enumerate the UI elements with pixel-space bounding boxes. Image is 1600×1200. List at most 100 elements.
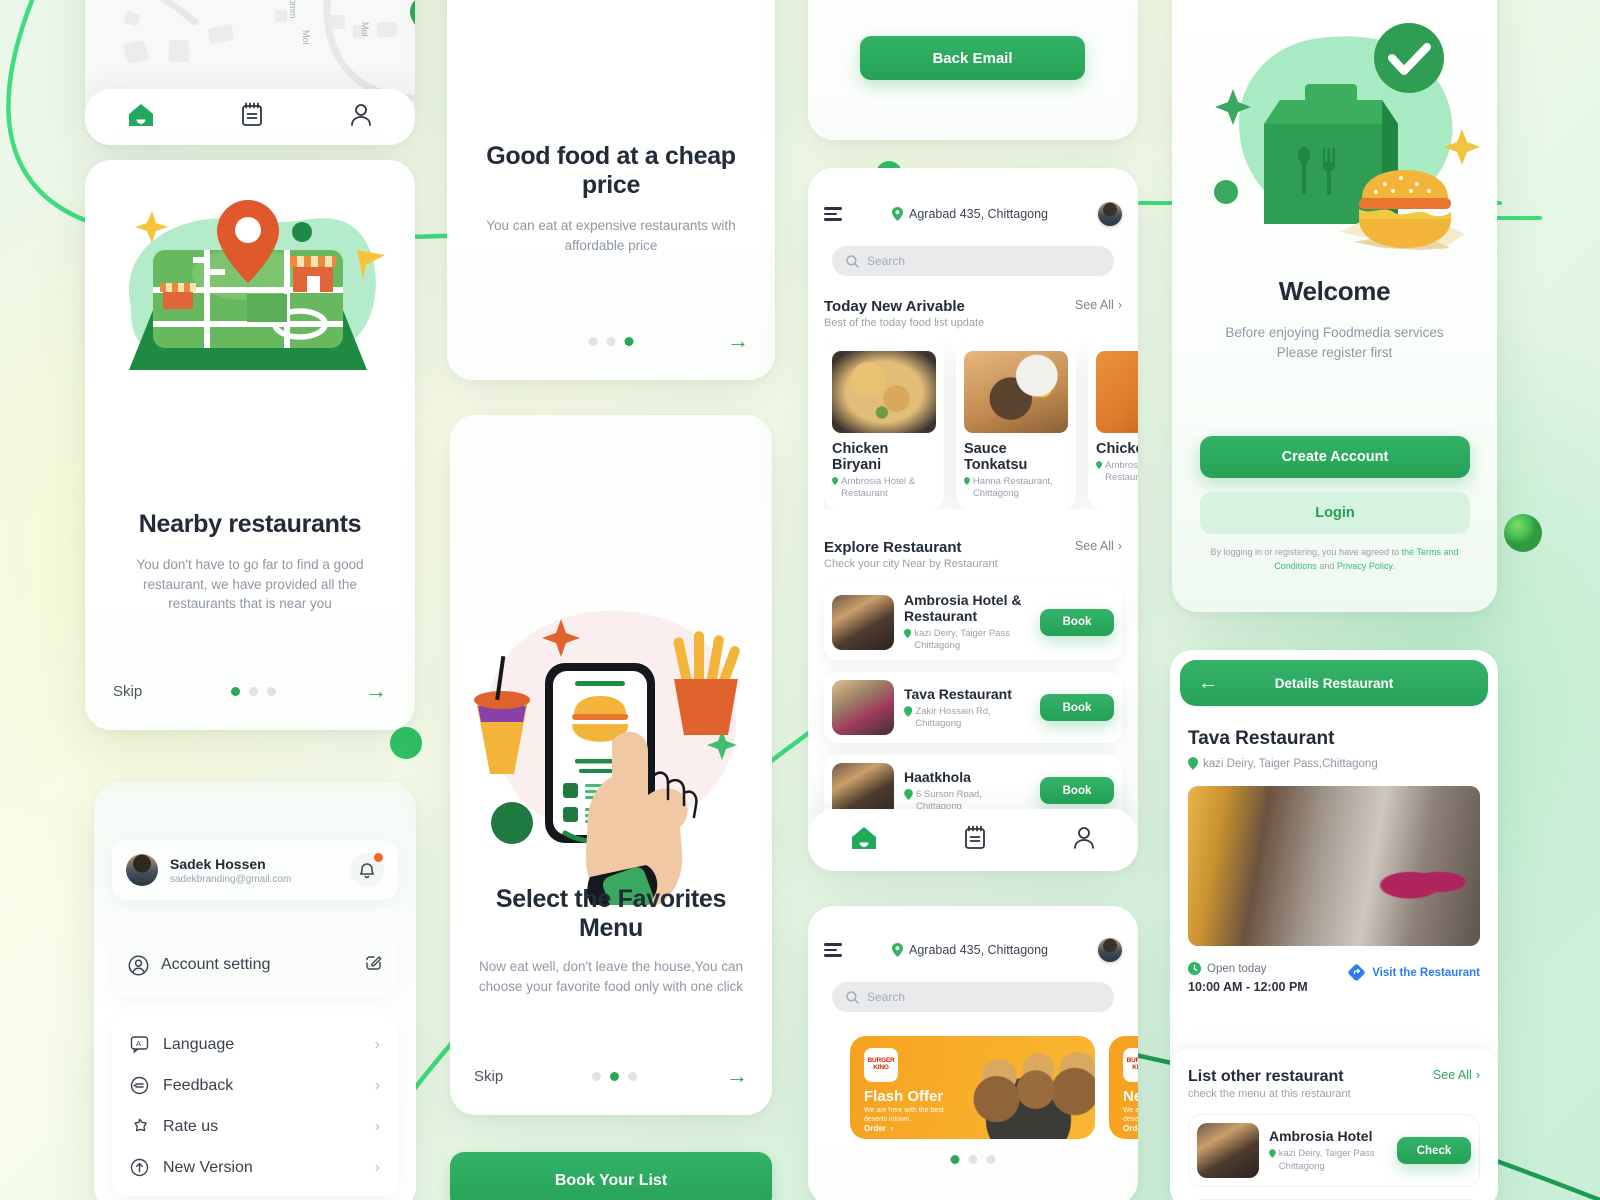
visit-restaurant-label: Visit the Restaurant <box>1372 966 1480 979</box>
see-all-explore-button[interactable]: See All › <box>1075 539 1122 553</box>
skip-button[interactable]: Skip <box>113 683 142 700</box>
book-your-list-button[interactable]: Book Your List <box>450 1152 772 1200</box>
offers-carousel[interactable]: BURGER KING Flash Offer We are here with … <box>850 1036 1138 1139</box>
back-email-button[interactable]: Back Email <box>860 36 1085 80</box>
notification-button[interactable] <box>350 853 384 887</box>
section-subtitle-other-restaurants: check the menu at this restaurant <box>1188 1088 1351 1100</box>
pagination-dot[interactable] <box>231 686 241 696</box>
offer-banner[interactable]: BURGERKING New Offer We are here with th… <box>1109 1036 1138 1139</box>
pagination-dots[interactable] <box>588 336 634 346</box>
arrow-right-icon[interactable]: → <box>726 1065 748 1087</box>
book-button[interactable]: Book <box>1040 777 1114 805</box>
see-all-label: See All <box>1432 1068 1472 1082</box>
pagination-dots[interactable] <box>231 686 277 696</box>
pagination-dot[interactable] <box>588 336 598 346</box>
user-avatar[interactable] <box>1098 938 1122 962</box>
hamburger-icon[interactable] <box>824 943 842 957</box>
home-icon[interactable] <box>128 103 154 132</box>
login-button[interactable]: Login <box>1200 492 1470 534</box>
restaurant-row[interactable]: Ambrosia Hotel & Restaurant kazi Deiry, … <box>824 583 1122 661</box>
create-account-label: Create Account <box>1281 449 1389 465</box>
pagination-dot[interactable] <box>606 336 616 346</box>
account-setting-row[interactable]: Account setting <box>112 934 398 996</box>
book-your-list-label: Book Your List <box>554 1172 668 1189</box>
pagination-dot[interactable] <box>628 1071 638 1081</box>
user-avatar[interactable] <box>1098 202 1122 226</box>
search-input[interactable]: Search <box>832 246 1114 276</box>
offer-order-button[interactable]: Order › <box>1123 1124 1138 1133</box>
food-card[interactable]: Chicken Katsu Ambrosia Hotel & Restauran… <box>1088 343 1138 509</box>
pagination-dot[interactable] <box>968 1155 978 1164</box>
settings-item-rate-us[interactable]: Rate us › <box>112 1106 398 1147</box>
person-icon[interactable] <box>350 103 372 132</box>
chevron-right-icon: › <box>1475 1068 1480 1082</box>
search-input[interactable]: Search <box>832 982 1114 1012</box>
privacy-policy-link[interactable]: Privacy Policy <box>1337 561 1392 571</box>
offers-pagination-dots[interactable] <box>950 1155 996 1164</box>
location-label[interactable]: Agrabad 435, Chittagong <box>892 207 1048 221</box>
restaurant-detail-address-text: kazi Deiry, Taiger Pass,Chittagong <box>1203 757 1378 770</box>
page-title: Select the Favorites Menu <box>495 885 727 942</box>
book-button[interactable]: Book <box>1040 694 1114 722</box>
person-icon[interactable] <box>1073 826 1095 855</box>
today-food-list[interactable]: Chicken Biryani Ambrosia Hotel & Restaur… <box>824 343 1138 509</box>
offer-body: We are here with the best deserts intown… <box>1123 1107 1138 1124</box>
notepad-icon[interactable] <box>964 825 986 855</box>
pagination-dot[interactable] <box>610 1071 620 1081</box>
clock-icon <box>1188 962 1201 975</box>
settings-item-label: Feedback <box>163 1076 234 1094</box>
notepad-icon[interactable] <box>241 102 263 132</box>
settings-item-label: New Version <box>163 1158 253 1176</box>
hamburger-icon[interactable] <box>824 207 842 221</box>
arrow-right-icon[interactable]: → <box>365 680 387 702</box>
restaurant-name: Ambrosia Hotel & Restaurant <box>904 591 1022 624</box>
svg-text:Comm: Comm <box>288 0 298 19</box>
food-card[interactable]: Chicken Biryani Ambrosia Hotel & Restaur… <box>824 343 944 509</box>
pagination-dot[interactable] <box>950 1155 960 1164</box>
svg-text:A: A <box>136 1039 141 1048</box>
skip-button[interactable]: Skip <box>474 1068 503 1085</box>
burger-king-logo: BURGERKING <box>864 1048 898 1082</box>
user-name: Sadek Hossen <box>170 855 266 872</box>
section-title-other-restaurants: List other restaurant <box>1188 1068 1344 1085</box>
food-image <box>1096 351 1138 433</box>
see-all-label: See All <box>1074 298 1114 312</box>
home-icon[interactable] <box>851 826 877 855</box>
restaurant-thumbnail <box>832 680 894 736</box>
restaurant-row[interactable]: Tava Restaurant Zakir Hossain Rd, Chitta… <box>824 672 1122 744</box>
page-title: Nearby restaurants <box>138 510 362 538</box>
food-name: Chicken Katsu <box>1096 441 1138 457</box>
settings-item-language[interactable]: A Language › <box>112 1024 398 1065</box>
book-button[interactable]: Book <box>1040 608 1114 636</box>
welcome-illustration <box>1214 23 1480 250</box>
visit-restaurant-link[interactable]: Visit the Restaurant <box>1348 964 1480 981</box>
see-all-label: See All <box>1074 538 1114 553</box>
chevron-right-icon: › <box>374 1158 380 1176</box>
create-account-button[interactable]: Create Account <box>1200 436 1470 478</box>
page-description: You can eat at expensive restaurants wit… <box>486 218 736 253</box>
location-label[interactable]: Agrabad 435, Chittagong <box>892 943 1048 957</box>
pagination-dot[interactable] <box>624 336 634 346</box>
food-card[interactable]: Sauce Tonkatsu Hanna Restaurant, Chittag… <box>956 343 1076 509</box>
home-bottom-nav[interactable] <box>808 809 1138 871</box>
see-all-today-button[interactable]: See All › <box>1075 298 1122 312</box>
login-label: Login <box>1315 505 1355 521</box>
restaurant-row[interactable]: Ambrosia Hotel kazi Deiry, Taiger Pass C… <box>1188 1114 1480 1187</box>
edit-icon[interactable] <box>365 954 382 976</box>
book-label: Book <box>1062 784 1092 797</box>
pagination-dot[interactable] <box>986 1155 996 1164</box>
settings-item-new-version[interactable]: New Version › <box>112 1147 398 1188</box>
pagination-dots[interactable] <box>592 1071 638 1081</box>
map-bottom-nav[interactable] <box>85 89 415 145</box>
settings-item-feedback[interactable]: Feedback › <box>112 1065 398 1106</box>
pin-icon <box>1269 1149 1276 1158</box>
check-button[interactable]: Check <box>1397 1137 1471 1164</box>
pagination-dot[interactable] <box>592 1071 602 1081</box>
see-all-other-restaurants-button[interactable]: See All › <box>1433 1068 1480 1082</box>
pagination-dot[interactable] <box>267 686 277 696</box>
offer-banner[interactable]: BURGER KING Flash Offer We are here with … <box>850 1036 1095 1139</box>
offer-order-button[interactable]: Order › <box>864 1124 893 1133</box>
pagination-dot[interactable] <box>249 686 259 696</box>
arrow-right-icon[interactable]: → <box>727 330 749 352</box>
profile-user-row[interactable]: Sadek Hossen sadekbranding@gmail.com <box>112 840 398 900</box>
